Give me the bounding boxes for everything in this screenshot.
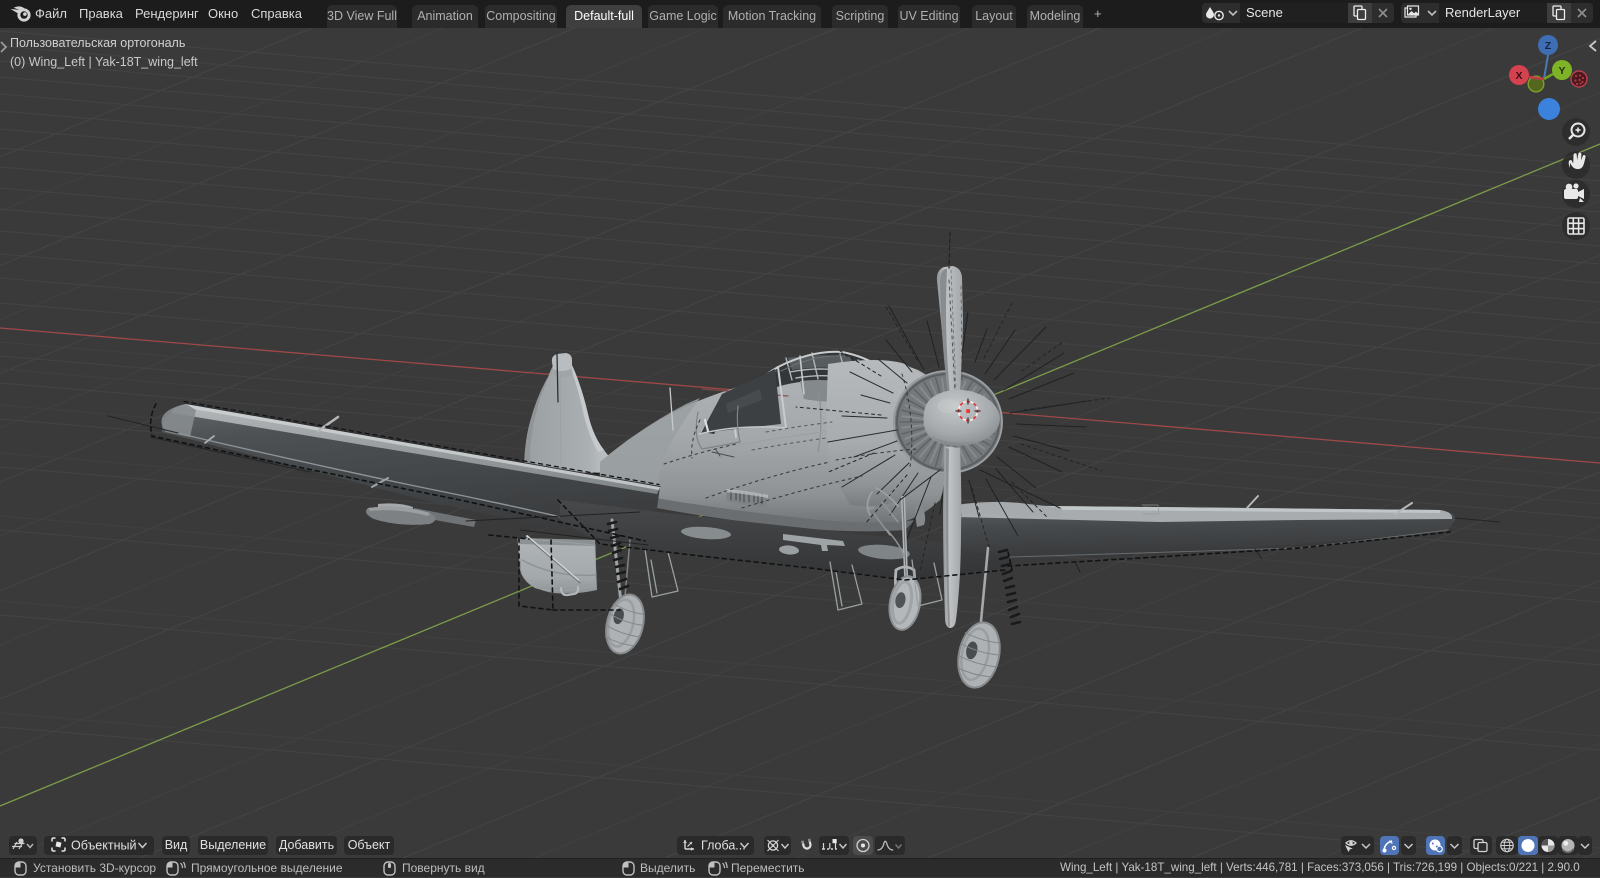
- svg-text:X: X: [1515, 70, 1522, 82]
- svg-text:Y: Y: [1558, 65, 1565, 77]
- svg-text:Z: Z: [1545, 40, 1552, 52]
